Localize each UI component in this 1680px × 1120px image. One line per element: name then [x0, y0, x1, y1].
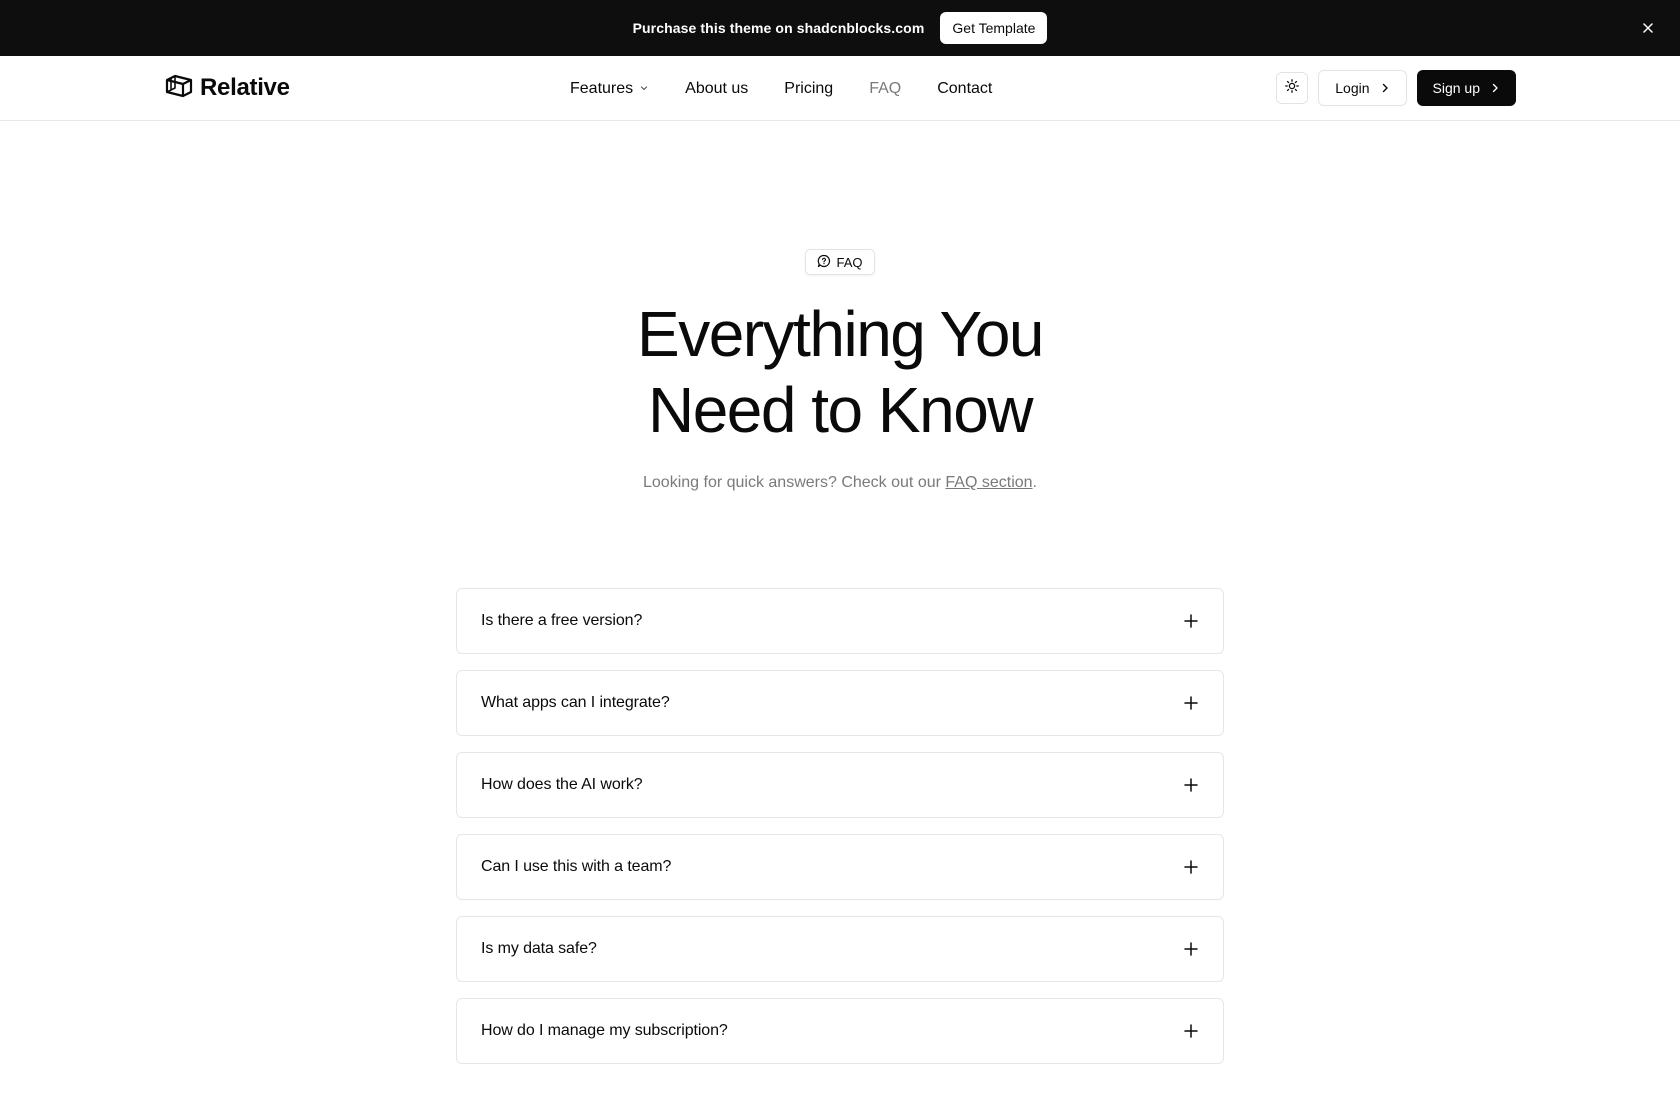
faq-item[interactable]: How does the AI work? — [456, 752, 1224, 818]
badge-label: FAQ — [836, 254, 863, 270]
faq-item[interactable]: Is there a free version? — [456, 588, 1224, 654]
plus-icon — [1183, 613, 1199, 629]
page-title: Everything You Need to Know — [0, 296, 1680, 448]
faq-item[interactable]: What apps can I integrate? — [456, 670, 1224, 736]
nav-links: Features About us Pricing FAQ Contact — [570, 56, 1028, 121]
main-navbar: Relative Features About us Pricing FAQ C… — [0, 56, 1680, 121]
theme-toggle-button[interactable] — [1276, 72, 1309, 104]
faq-question: Can I use this with a team? — [481, 858, 672, 875]
faq-question: Is there a free version? — [481, 612, 643, 629]
subtitle-suffix: . — [1032, 474, 1037, 491]
nav-link-pricing[interactable]: Pricing — [784, 80, 833, 98]
faq-question: How does the AI work? — [481, 776, 643, 793]
promo-brand: shadcnblocks.com — [796, 20, 925, 36]
faq-accordion: Is there a free version? What apps can I… — [456, 588, 1224, 1064]
logo-text: Relative — [200, 74, 290, 101]
nav-link-faq[interactable]: FAQ — [869, 80, 901, 98]
chevron-right-icon — [1490, 80, 1500, 96]
promo-text: Purchase this theme on shadcnblocks.com — [633, 20, 925, 36]
faq-question: What apps can I integrate? — [481, 694, 670, 711]
box-logo-icon — [164, 73, 194, 104]
faq-item[interactable]: Is my data safe? — [456, 916, 1224, 982]
logo[interactable]: Relative — [164, 72, 290, 104]
title-line-2: Need to Know — [647, 374, 1034, 446]
plus-icon — [1183, 859, 1199, 875]
chat-bubble-icon — [817, 254, 831, 271]
faq-section-link[interactable]: FAQ section — [945, 474, 1032, 491]
nav-link-contact[interactable]: Contact — [937, 80, 992, 98]
plus-icon — [1183, 941, 1199, 957]
faq-question: How do I manage my subscription? — [481, 1022, 728, 1039]
faq-question: Is my data safe? — [481, 940, 597, 957]
promo-banner: Purchase this theme on shadcnblocks.com … — [0, 0, 1680, 56]
promo-text-prefix: Purchase this theme on — [632, 20, 793, 36]
login-label: Login — [1335, 80, 1370, 96]
hero-subtitle: Looking for quick answers? Check out our… — [0, 474, 1680, 492]
chevron-right-icon — [1380, 80, 1390, 96]
nav-link-about[interactable]: About us — [685, 80, 748, 98]
plus-icon — [1183, 695, 1199, 711]
nav-link-label: Features — [570, 79, 634, 97]
close-icon[interactable] — [1638, 18, 1658, 38]
signup-button[interactable]: Sign up — [1416, 70, 1516, 106]
nav-actions: Login Sign up — [1276, 70, 1516, 106]
plus-icon — [1183, 1023, 1199, 1039]
title-line-1: Everything You — [637, 298, 1045, 370]
get-template-button[interactable]: Get Template — [940, 12, 1048, 44]
login-button[interactable]: Login — [1318, 70, 1407, 106]
plus-icon — [1183, 777, 1199, 793]
sun-icon — [1285, 78, 1300, 98]
subtitle-text: Looking for quick answers? Check out our — [643, 474, 941, 491]
chevron-down-icon — [639, 80, 649, 98]
faq-item[interactable]: How do I manage my subscription? — [456, 998, 1224, 1064]
signup-label: Sign up — [1432, 80, 1480, 96]
faq-item[interactable]: Can I use this with a team? — [456, 834, 1224, 900]
faq-badge: FAQ — [805, 249, 875, 275]
nav-link-features[interactable]: Features — [570, 80, 649, 98]
